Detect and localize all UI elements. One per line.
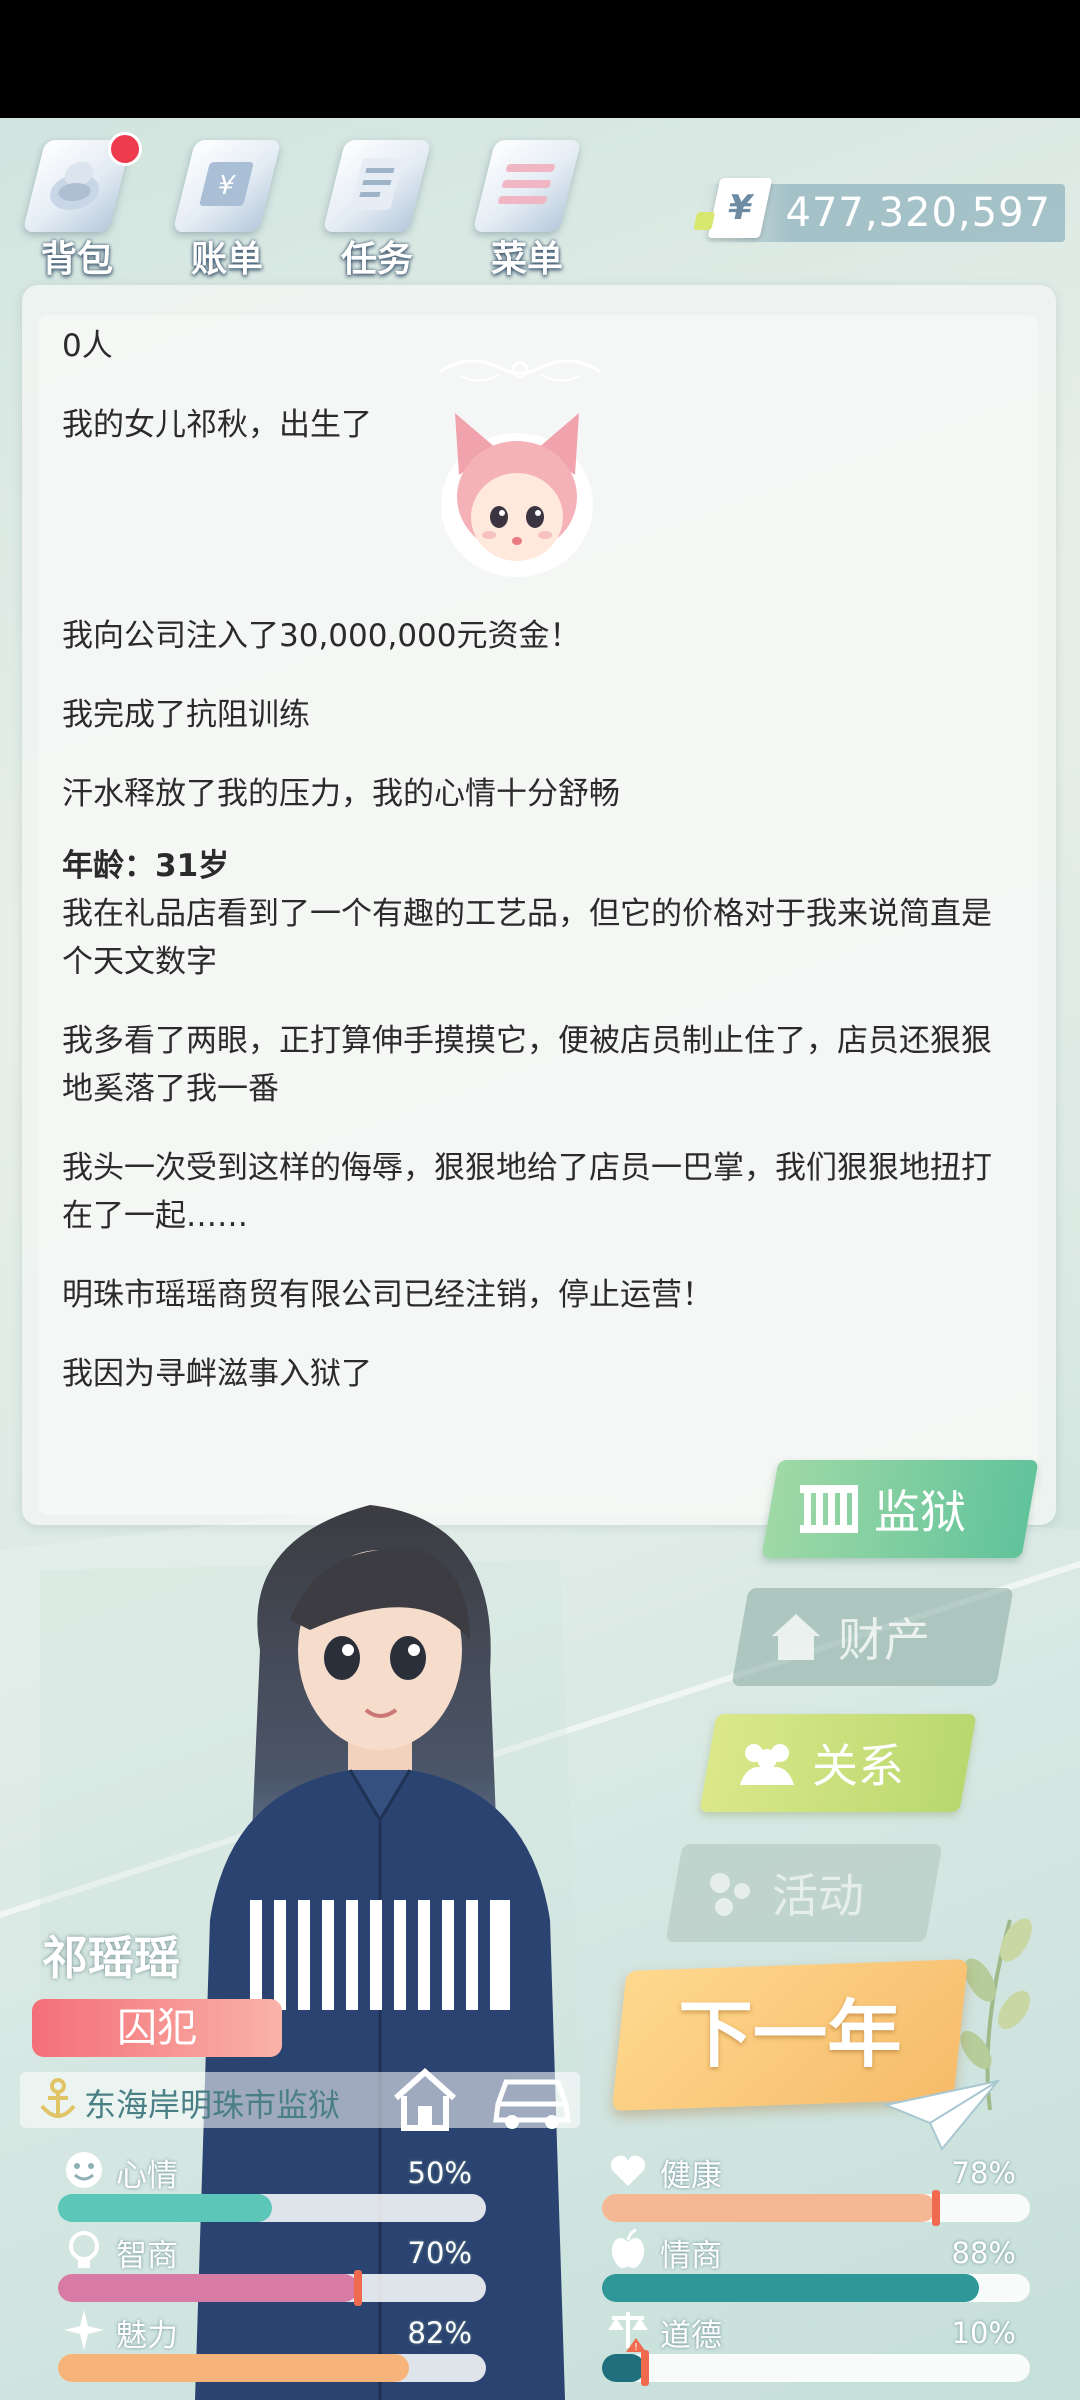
money-value: 477,320,597 [785,190,1051,236]
stat-bar-track [58,2270,486,2306]
menu-button[interactable]: 菜单 [462,130,592,280]
log-entry: 我在礼品店看到了一个有趣的工艺品，但它的价格对于我来说简直是个天文数字 [62,896,992,980]
log-entry: 0人 [62,328,113,364]
stat-bar-track [602,2190,1030,2226]
heart-icon [610,2155,646,2186]
stat-name: 道德 [660,2318,722,2354]
stat-bar-track [602,2350,1030,2386]
money-display: ¥ 477,320,597 [693,178,1065,242]
bulb-icon [69,2231,99,2268]
bill-label: 账单 [190,239,263,280]
anchor-icon [40,2078,76,2118]
prison-bars-icon [800,1485,858,1533]
stat-bar-track [58,2194,486,2222]
bill-button[interactable]: ¥ 账单 [162,130,292,280]
stat-bar-fill [602,2194,936,2222]
activities-button[interactable]: 活动 [665,1844,943,1942]
activities-label: 活动 [772,1869,864,1923]
stat-bar-fill [58,2194,272,2222]
stat-iq: 智商 70% [48,2228,488,2308]
log-entry: 我头一次受到这样的侮辱，狠狠地给了店员一巴掌，我们狠狠地扭打在了一起…… [62,1150,992,1234]
stat-charm: 魅力 82% [48,2308,488,2388]
stat-name: 智商 [116,2238,178,2274]
log-entry: 明珠市瑶瑶商贸有限公司已经注销，停止运营！ [62,1277,713,1313]
log-entry: 汗水释放了我的压力，我的心情十分舒畅 [62,776,620,812]
apple-icon [611,2228,645,2268]
stat-morality: ! 道德 10% [592,2308,1032,2388]
stat-name: 情商 [660,2238,722,2274]
status-bar [0,0,1080,118]
paper-plane-icon [882,2079,1001,2151]
age-heading: 年龄：31岁 [62,848,230,884]
log-entry: 我向公司注入了30,000,000元资金！ [62,618,581,654]
location-text: 东海岸明珠市监狱 [84,2086,341,2124]
stat-value: 10% [951,2316,1016,2350]
stat-value: 88% [951,2236,1016,2270]
log-entry: 我多看了两眼，正打算伸手摸摸它，便被店员制止住了，店员还狠狠地奚落了我一番 [62,1023,992,1107]
stat-bar-marker [640,2350,649,2386]
yen-icon: ¥ [693,178,773,238]
menu-label: 菜单 [490,239,563,280]
house-icon [772,1614,820,1660]
stat-name: 心情 [116,2158,178,2194]
stat-health: 健康 78% [592,2148,1032,2228]
sparkle-icon [64,2310,104,2350]
assets-button[interactable]: 财产 [731,1588,1014,1686]
prison-button[interactable]: 监狱 [761,1460,1039,1558]
car-icon[interactable] [490,2068,574,2132]
stat-bar-track [58,2354,486,2382]
people-icon [740,1744,794,1785]
backpack-button[interactable]: 背包 [12,130,142,280]
stat-bar-fill [58,2354,409,2382]
location-bar: 东海岸明珠市监狱 [20,2067,580,2131]
stat-bar-marker [353,2270,362,2306]
shirt-stripes [250,1900,510,2010]
stat-bar-track [602,2274,1030,2302]
baby-avatar-icon [441,413,593,577]
backpack-label: 背包 [40,239,113,280]
activity-dots-icon [710,1873,750,1916]
stat-value: 50% [407,2156,472,2190]
home-icon[interactable] [390,2064,460,2134]
stat-bar-fill [58,2274,358,2302]
smile-icon [66,2152,102,2188]
menu-icon [472,140,582,232]
prison-label: 监狱 [874,1485,966,1539]
task-button[interactable]: 任务 [312,130,442,280]
stat-value: 78% [951,2156,1016,2190]
scales-icon: ! [608,2312,648,2352]
log-entry: 我因为寻衅滋事入狱了 [62,1356,372,1392]
bill-icon: ¥ [172,140,282,232]
stat-name: 魅力 [116,2318,178,2354]
stat-bar-fill [602,2274,979,2302]
stat-bar-fill [602,2354,645,2382]
stat-value: 70% [407,2236,472,2270]
task-label: 任务 [340,239,413,280]
relations-label: 关系 [812,1739,904,1793]
character-name: 祁瑶瑶 [42,1931,180,1985]
stat-value: 82% [407,2316,472,2350]
job-badge: 囚犯 [32,1999,282,2057]
notification-dot [108,132,142,166]
top-toolbar: 背包 ¥ 账单 任务 菜单 ¥ 477,320,597 [0,118,1080,288]
log-entry: 我完成了抗阻训练 [62,697,310,733]
stat-name: 健康 [660,2158,722,2194]
stat-bar-marker [931,2190,940,2226]
assets-label: 财产 [838,1613,930,1667]
task-icon [322,140,432,232]
svg-text:!: ! [634,2342,638,2352]
stat-eq: 情商 88% [592,2228,1032,2308]
stat-mood: 心情 50% [48,2148,488,2228]
relations-button[interactable]: 关系 [699,1714,977,1812]
stats-panel: 心情 50% 健康 78% 智商 70% 情商 88% 魅力 82% ! 道德 … [0,2148,1080,2400]
